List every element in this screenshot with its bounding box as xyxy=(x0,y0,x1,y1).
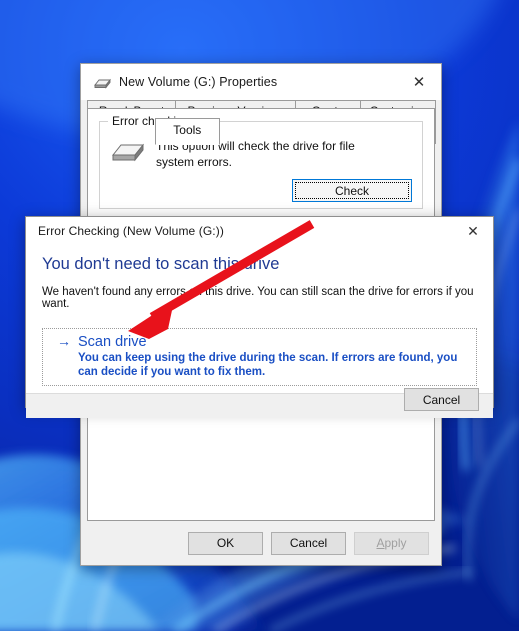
properties-close-button[interactable]: ✕ xyxy=(397,64,441,100)
error-checking-cancel-label: Cancel xyxy=(422,392,461,407)
drive-glyph xyxy=(111,143,145,162)
error-checking-content: This option will check the drive for fil… xyxy=(100,122,422,170)
properties-title: New Volume (G:) Properties xyxy=(119,75,278,89)
error-checking-cancel-button[interactable]: Cancel xyxy=(404,388,479,411)
arrow-right-icon: → xyxy=(57,333,71,349)
check-button[interactable]: Check xyxy=(292,179,412,202)
tab-label: Tools xyxy=(173,123,202,137)
error-checking-titlebar: Error Checking (New Volume (G:)) ✕ xyxy=(26,217,493,245)
focus-ring xyxy=(295,182,409,199)
close-icon: ✕ xyxy=(412,73,426,91)
scan-drive-link[interactable]: Scan drive xyxy=(78,334,147,350)
apply-button-label-rest: pply xyxy=(384,536,407,550)
properties-titlebar: New Volume (G:) Properties ✕ xyxy=(81,64,441,100)
error-checking-body: You don't need to scan this drive We hav… xyxy=(26,255,493,393)
hard-drive-glyph xyxy=(94,78,111,89)
apply-button[interactable]: Apply xyxy=(354,531,429,555)
close-icon: ✕ xyxy=(467,223,479,239)
error-checking-subtext: We haven't found any errors on this driv… xyxy=(42,286,474,310)
scan-drive-link-row[interactable]: → Scan drive xyxy=(57,334,462,350)
apply-accel-char: A xyxy=(376,536,385,550)
error-checking-heading: You don't need to scan this drive xyxy=(42,255,280,273)
hard-drive-icon xyxy=(93,76,111,89)
scan-drive-option[interactable]: → Scan drive You can keep using the driv… xyxy=(42,328,477,386)
drive-icon xyxy=(110,138,146,170)
tab-tools[interactable]: Tools xyxy=(154,118,220,145)
properties-button-row: OK Cancel Apply xyxy=(81,521,441,565)
error-checking-dialog: Error Checking (New Volume (G:)) ✕ You d… xyxy=(25,216,494,418)
error-checking-title: Error Checking (New Volume (G:)) xyxy=(38,224,224,238)
cancel-button-label: Cancel xyxy=(289,536,328,550)
scan-drive-description: You can keep using the drive during the … xyxy=(78,352,458,378)
ok-button[interactable]: OK xyxy=(188,531,263,555)
error-checking-footer: Cancel xyxy=(26,388,493,418)
error-checking-close-button[interactable]: ✕ xyxy=(453,217,493,245)
cancel-button[interactable]: Cancel xyxy=(271,531,346,555)
error-checking-groupbox: Error checking This option will check th… xyxy=(99,114,423,209)
ok-button-label: OK xyxy=(216,536,235,550)
